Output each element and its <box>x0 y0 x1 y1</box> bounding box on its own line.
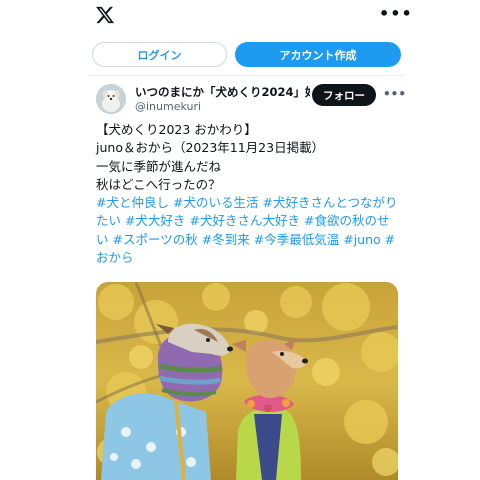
post-photo[interactable] <box>96 282 398 480</box>
author-name[interactable]: いつのまにか「犬めくり2024」好 <box>135 84 310 100</box>
hashtag-link[interactable]: #今季最低気温 <box>254 232 339 247</box>
tweet-line: juno＆おから（2023年11月23日掲載） <box>96 140 325 156</box>
tweet-line: 一気に季節が進んだね <box>96 158 222 174</box>
x-logo-icon[interactable] <box>95 5 115 25</box>
more-horizontal-icon[interactable]: ••• <box>379 6 413 22</box>
login-button[interactable]: ログイン <box>92 42 227 67</box>
author-handle[interactable]: @inumekuri <box>135 100 201 113</box>
dogs-in-sweaters-image <box>96 282 398 480</box>
tweet-line: 秋はどこへ行ったの？ <box>96 176 221 192</box>
hashtag-link[interactable]: #スポーツの秋 <box>113 232 198 247</box>
hashtag-link[interactable]: #冬到来 <box>202 232 250 247</box>
create-account-button[interactable]: アカウント作成 <box>235 42 401 67</box>
top-bar: ••• <box>0 0 480 34</box>
hashtag-link[interactable]: #犬好きさん大好き <box>190 213 300 228</box>
hashtag-link[interactable]: #犬と仲良し <box>96 195 169 210</box>
hashtag-link[interactable]: #犬大好き <box>125 213 185 228</box>
more-horizontal-icon[interactable]: ••• <box>383 88 406 100</box>
tweet-text: 【犬めくり2023 おかわり】 juno＆おから（2023年11月23日掲載） … <box>96 121 398 267</box>
tweet-line: 【犬めくり2023 おかわり】 <box>96 122 257 137</box>
follow-button[interactable]: フォロー <box>312 84 376 106</box>
avatar[interactable] <box>96 84 126 114</box>
avatar-dog-image <box>96 84 126 114</box>
hashtag-link[interactable]: #犬のいる生活 <box>173 195 258 210</box>
hashtag-link[interactable]: #juno <box>343 232 380 247</box>
divider <box>88 75 404 76</box>
hashtag-list: #犬と仲良し #犬のいる生活 #犬好きさんとつながりたい #犬大好き #犬好きさん大好き… <box>96 195 397 265</box>
